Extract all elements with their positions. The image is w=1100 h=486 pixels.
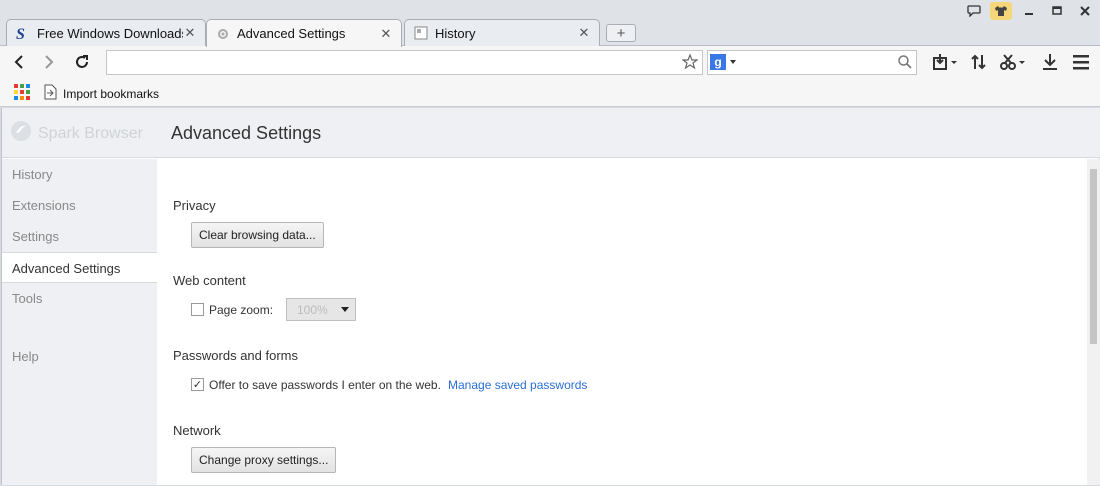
sidebar-item-extensions[interactable]: Extensions (2, 190, 157, 221)
page-title: Advanced Settings (171, 123, 322, 143)
import-file-icon (44, 84, 57, 103)
star-icon[interactable] (681, 53, 699, 73)
address-bar[interactable] (106, 50, 703, 75)
brand-logo: Spark Browser (10, 120, 143, 147)
address-input[interactable] (107, 51, 677, 73)
sidebar-item-advanced-settings[interactable]: Advanced Settings (2, 252, 157, 283)
close-icon[interactable]: ✕ (183, 25, 197, 41)
tab-strip: S Free Windows Downloads ✕ Advanced Sett… (0, 0, 1100, 47)
feedback-icon[interactable] (963, 2, 985, 20)
scrollbar-thumb[interactable] (1090, 169, 1097, 344)
page-zoom-checkbox[interactable] (191, 303, 204, 316)
svg-text:S: S (16, 26, 25, 41)
scissors-icon[interactable] (997, 51, 1029, 73)
sidebar-item-tools[interactable]: Tools (2, 283, 157, 314)
import-bookmarks-item[interactable]: Import bookmarks (44, 84, 159, 103)
softpedia-icon: S (15, 25, 31, 41)
close-icon[interactable]: ✕ (577, 25, 591, 41)
apps-grid-icon[interactable] (14, 84, 30, 103)
tab-free-windows-downloads[interactable]: S Free Windows Downloads ✕ (6, 19, 206, 46)
sidebar-item-settings[interactable]: Settings (2, 221, 157, 252)
close-window-icon[interactable] (1074, 2, 1096, 20)
sync-arrows-icon[interactable] (968, 51, 990, 73)
clear-browsing-data-button[interactable]: Clear browsing data... (191, 222, 324, 248)
sidebar-item-help[interactable]: Help (2, 341, 157, 372)
page-zoom-label: Page zoom: (209, 303, 274, 317)
manage-saved-passwords-link[interactable]: Manage saved passwords (448, 378, 587, 392)
toolbar: g (0, 46, 1100, 79)
spark-logo-icon (10, 120, 32, 147)
checkmark-icon: ✓ (192, 379, 203, 391)
download-icon[interactable] (1040, 51, 1060, 73)
scrollbar[interactable] (1087, 159, 1100, 485)
search-box[interactable]: g (707, 50, 917, 75)
web-content-section-title: Web content (173, 273, 246, 288)
chevron-down-icon[interactable] (730, 60, 736, 64)
search-icon[interactable] (897, 54, 913, 73)
google-search-engine-icon[interactable]: g (710, 54, 726, 70)
page-zoom-select[interactable]: 100% (286, 298, 356, 321)
tab-title: Advanced Settings (237, 26, 346, 41)
offer-save-passwords-checkbox[interactable]: ✓ (191, 378, 204, 391)
page-zoom-value: 100% (297, 302, 328, 317)
offer-save-passwords-label: Offer to save passwords I enter on the w… (209, 378, 441, 392)
sidebar-item-history[interactable]: History (2, 159, 157, 190)
privacy-section-title: Privacy (173, 198, 216, 213)
import-bookmarks-label: Import bookmarks (63, 86, 160, 101)
media-download-icon[interactable] (930, 51, 960, 73)
minimize-icon[interactable] (1018, 2, 1040, 20)
back-icon[interactable] (7, 50, 31, 74)
passwords-section-title: Passwords and forms (173, 348, 298, 363)
gear-icon (215, 26, 231, 42)
tab-advanced-settings[interactable]: Advanced Settings ✕ (206, 19, 402, 47)
brand-name: Spark Browser (38, 124, 143, 142)
close-icon[interactable]: ✕ (379, 26, 393, 42)
settings-content: Privacy Clear browsing data... Web conte… (157, 159, 1087, 485)
theme-shirt-icon[interactable] (990, 2, 1012, 20)
maximize-icon[interactable] (1046, 2, 1068, 20)
settings-sidebar: History Extensions Settings Advanced Set… (2, 159, 157, 485)
bookmarks-bar: Import bookmarks (0, 79, 1100, 107)
menu-icon[interactable] (1070, 51, 1092, 73)
history-page-icon (413, 25, 429, 41)
change-proxy-settings-button[interactable]: Change proxy settings... (191, 447, 337, 473)
tab-title: History (435, 25, 476, 41)
page-header: Spark Browser Advanced Settings (2, 108, 1100, 158)
tab-history[interactable]: History ✕ (404, 19, 600, 46)
new-tab-button[interactable]: + (606, 24, 636, 42)
forward-icon[interactable] (37, 50, 61, 74)
tab-title: Free Windows Downloads (37, 25, 183, 41)
chevron-down-icon (341, 307, 349, 312)
reload-icon[interactable] (70, 50, 94, 74)
page-content: Spark Browser Advanced Settings History … (1, 108, 1100, 485)
network-section-title: Network (173, 423, 221, 438)
